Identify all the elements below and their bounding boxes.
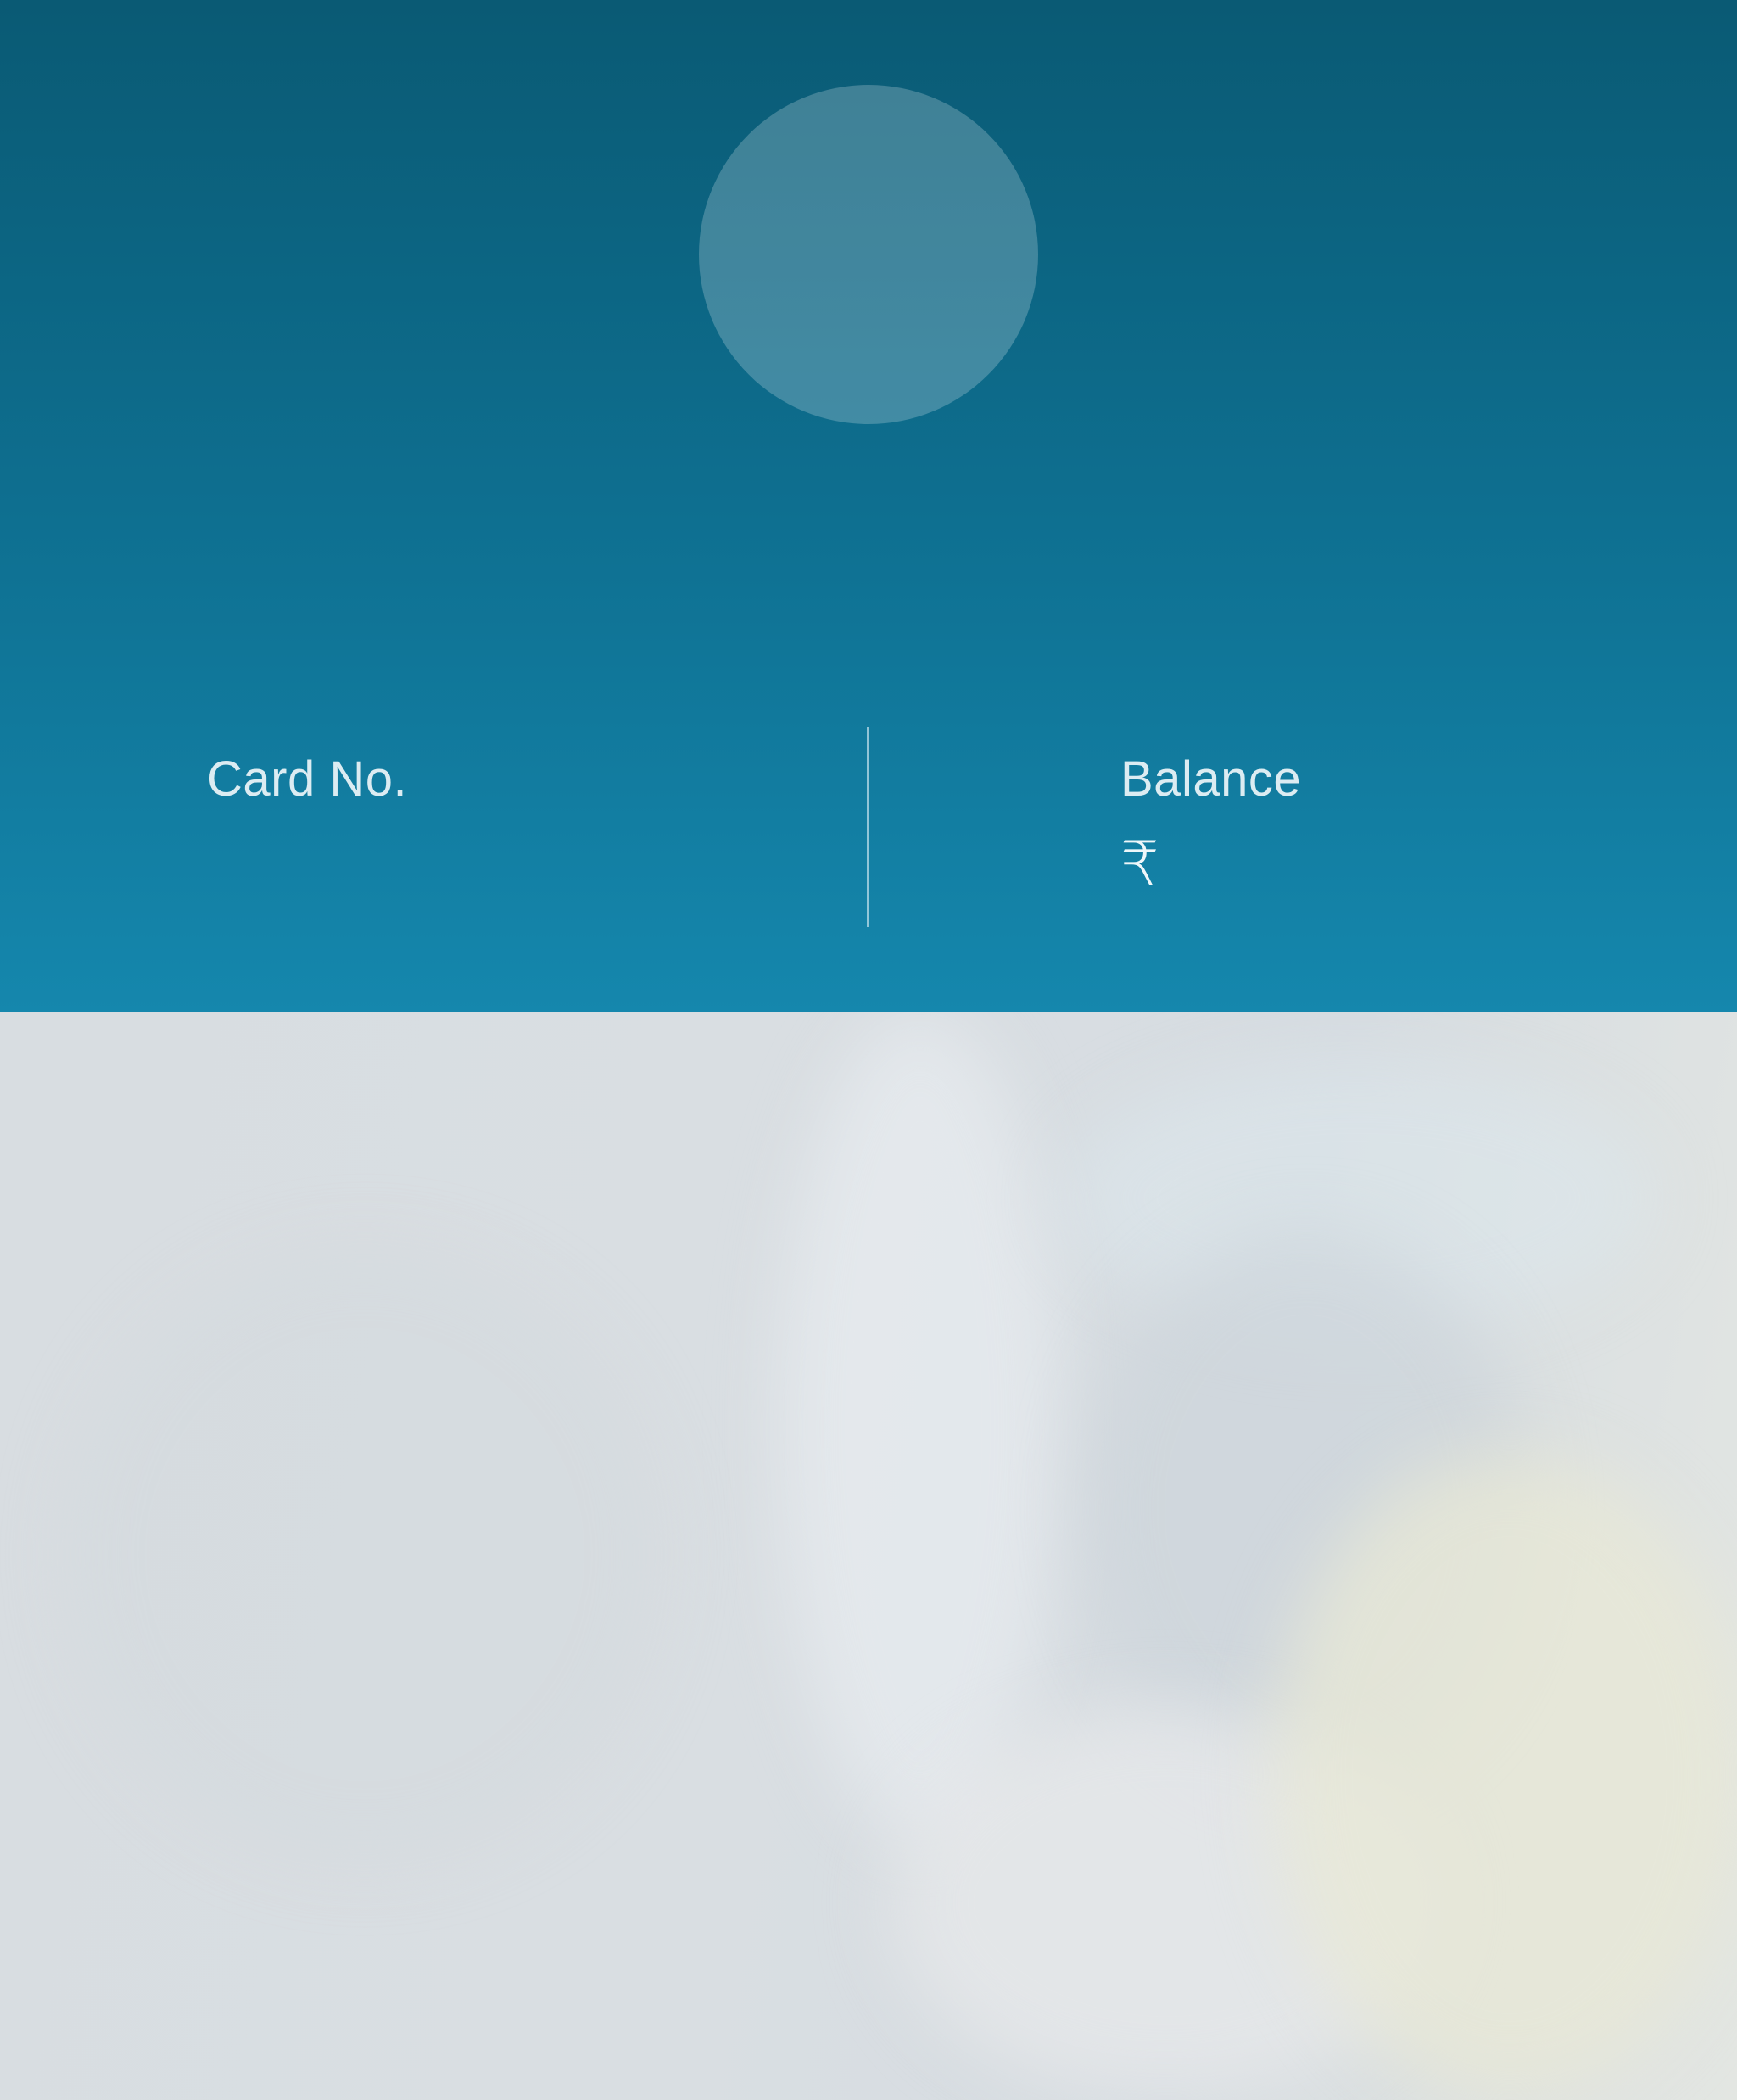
card-balance-screen: Card No. Balance ₹	[0, 0, 1737, 2100]
card-header-panel: Card No. Balance ₹	[0, 0, 1737, 1012]
photo-shadow	[68, 1249, 662, 1860]
avatar-icon[interactable]	[699, 85, 1038, 424]
photo-warm-patch	[1272, 1453, 1737, 2097]
card-number-label: Card No.	[207, 751, 408, 807]
info-divider	[867, 727, 869, 927]
photo-highlight	[780, 1012, 1060, 1843]
rupee-symbol: ₹	[1120, 828, 1159, 899]
balance-label: Balance	[1120, 751, 1302, 807]
blurred-background-photo	[0, 1012, 1737, 2100]
